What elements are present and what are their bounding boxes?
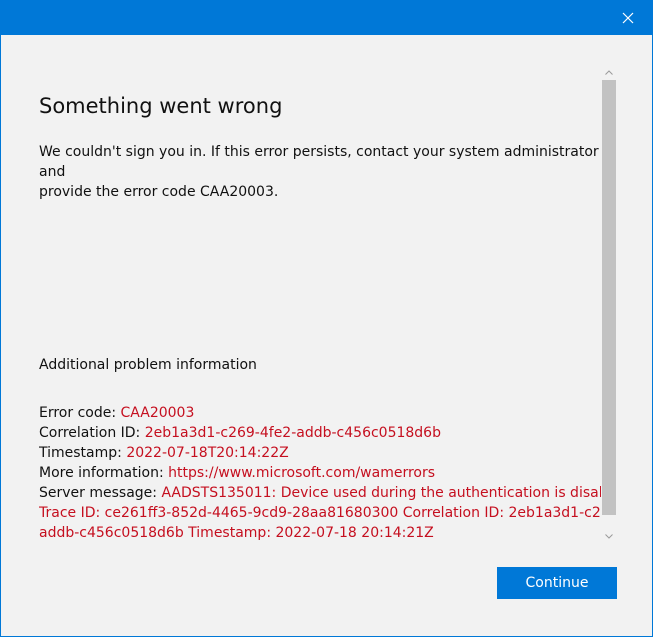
timestamp-value: 2022-07-18T20:14:22Z (126, 445, 289, 461)
close-button[interactable] (604, 0, 652, 35)
server-message-value: AADSTS135011: Device used during the aut… (161, 485, 605, 501)
page-title: Something went wrong (39, 94, 283, 118)
correlation-id-row: Correlation ID: 2eb1a3d1-c269-4fe2-addb-… (39, 423, 605, 443)
more-info-link[interactable]: https://www.microsoft.com/wamerrors (168, 465, 435, 481)
error-message-line-1: We couldn't sign you in. If this error p… (39, 144, 599, 180)
correlation-id-label: Correlation ID: (39, 425, 141, 441)
timestamp-label: Timestamp: (39, 445, 122, 461)
scroll-down-button[interactable] (601, 528, 617, 544)
error-code-value: CAA20003 (120, 405, 195, 421)
additional-info-heading: Additional problem information (39, 357, 257, 373)
scrollbar-thumb[interactable] (602, 80, 616, 515)
error-code-label: Error code: (39, 405, 117, 421)
server-message-row: Server message: AADSTS135011: Device use… (39, 483, 605, 503)
error-details: Error code: CAA20003 Correlation ID: 2eb… (39, 403, 605, 543)
chevron-down-icon (605, 533, 613, 539)
error-message-line-2: provide the error code CAA20003. (39, 184, 279, 200)
timestamp-row: Timestamp: 2022-07-18T20:14:22Z (39, 443, 605, 463)
trace-line-2: addb-c456c0518d6b Timestamp: 2022-07-18 … (39, 525, 434, 541)
error-code-row: Error code: CAA20003 (39, 403, 605, 423)
main-content: Something went wrong We couldn't sign yo… (39, 92, 601, 202)
error-message: We couldn't sign you in. If this error p… (39, 142, 601, 202)
chevron-up-icon (605, 69, 613, 75)
server-message-label: Server message: (39, 485, 157, 501)
trace-line-1: Trace ID: ce261ff3-852d-4465-9cd9-28aa81… (39, 505, 605, 521)
scroll-up-button[interactable] (601, 64, 617, 80)
close-icon (622, 12, 634, 23)
vertical-scrollbar[interactable] (601, 64, 617, 544)
more-info-label: More information: (39, 465, 164, 481)
title-bar (1, 0, 652, 35)
dialog-window: Something went wrong We couldn't sign yo… (0, 0, 653, 637)
correlation-id-value: 2eb1a3d1-c269-4fe2-addb-c456c0518d6b (144, 425, 441, 441)
more-info-row: More information: https://www.microsoft.… (39, 463, 605, 483)
continue-button[interactable]: Continue (497, 567, 617, 599)
